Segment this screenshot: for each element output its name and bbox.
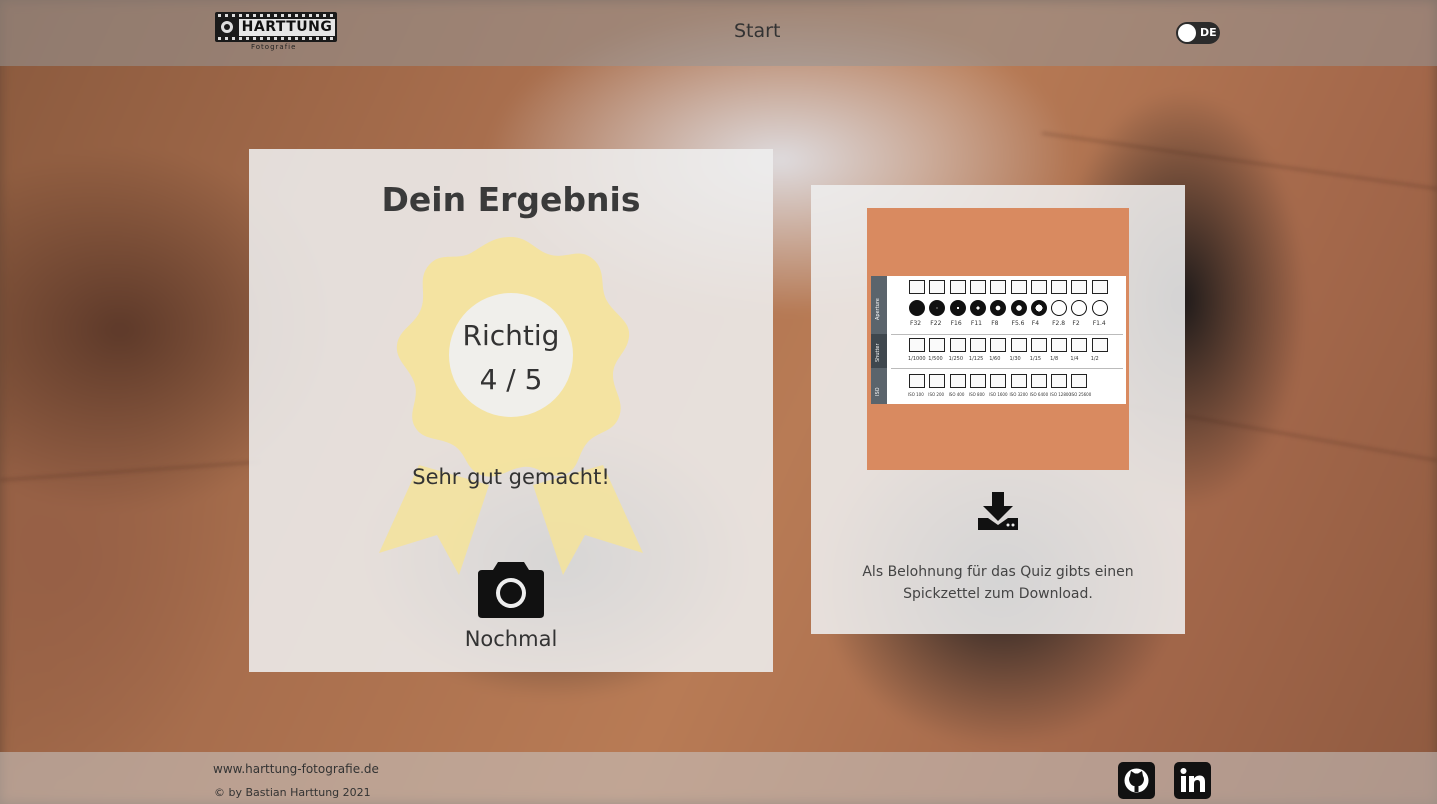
shutter-value: 1/15: [1029, 356, 1042, 362]
language-toggle[interactable]: DE: [1176, 22, 1220, 44]
shutter-value: 1/60: [989, 356, 1001, 362]
brand-logo[interactable]: HARTTUNG Fotografie: [215, 12, 337, 52]
shutter-value: 1/250: [948, 356, 964, 362]
result-title: Dein Ergebnis: [381, 180, 641, 219]
footer: www.harttung-fotografie.de © by Bastian …: [0, 752, 1437, 804]
cheat-sheet-preview[interactable]: F32 F22 F16 F11 F8 F5.6 F4 F2.8 F2 F1.4 1/1000 1/50…: [867, 208, 1129, 470]
shutter-scene-icon: [1010, 338, 1027, 352]
top-navbar: HARTTUNG Fotografie Start DE: [0, 0, 1437, 66]
logo-subtext: Fotografie: [251, 43, 297, 51]
aperture-scene-icon: [969, 280, 986, 294]
aperture-circle: [949, 300, 966, 316]
aperture-circle: [990, 300, 1007, 316]
retry-button[interactable]: Nochmal: [249, 627, 773, 651]
iso-value: ISO 12800: [1050, 392, 1071, 397]
shutter-scene-icon: [1051, 338, 1068, 352]
exposure-chart-image: F32 F22 F16 F11 F8 F5.6 F4 F2.8 F2 F1.4 1/1000 1/50…: [871, 276, 1126, 404]
aperture-value: F2.8: [1052, 320, 1066, 327]
score-value: 4 / 5: [479, 363, 543, 396]
shutter-value: 1/1000: [908, 356, 926, 362]
aperture-scene-icon: [990, 280, 1007, 294]
nav-start-link[interactable]: Start: [734, 20, 780, 42]
praise-message: Sehr gut gemacht!: [412, 465, 610, 489]
aperture-circle: [1091, 300, 1108, 316]
aperture-value: F1.4: [1092, 320, 1106, 327]
website-link[interactable]: www.harttung-fotografie.de: [213, 762, 379, 776]
iso-scene-icon: [1030, 374, 1047, 388]
aperture-circle: [1051, 300, 1068, 316]
copyright-text: © by Bastian Harttung 2021: [214, 786, 371, 799]
iso-scene-icon: [1051, 374, 1068, 388]
aperture-value: F8: [991, 320, 999, 327]
shutter-value: 1/30: [1009, 356, 1021, 362]
iso-scene-icon: [909, 374, 925, 388]
shutter-value: 1/8: [1050, 356, 1059, 362]
aperture-scene-icon: [909, 280, 925, 294]
download-icon[interactable]: [978, 492, 1018, 530]
shutter-scene-icon: [990, 338, 1007, 352]
aperture-circle: [909, 300, 925, 316]
sheet-section-label: Aperture: [875, 298, 881, 320]
iso-scene-icon: [929, 374, 946, 388]
iso-value: ISO 200: [928, 392, 945, 397]
award-rosette-icon: [379, 237, 643, 575]
lens-icon: [219, 19, 235, 35]
sheet-section-label: Shutter: [875, 343, 881, 362]
shutter-scene-icon: [949, 338, 966, 352]
aperture-circle: [1071, 300, 1088, 316]
toggle-knob: [1178, 24, 1196, 42]
shutter-scene-icon: [909, 338, 925, 352]
shutter-scene-icon: [1071, 338, 1088, 352]
aperture-circle: [929, 300, 946, 316]
shutter-scene-icon: [1091, 338, 1108, 352]
iso-value: ISO 400: [948, 392, 965, 397]
camera-icon[interactable]: [476, 558, 546, 620]
linkedin-icon[interactable]: [1174, 762, 1211, 799]
shutter-value: 1/4: [1070, 356, 1079, 362]
download-description: Als Belohnung für das Quiz gibts einen S…: [862, 564, 1134, 602]
iso-scene-icon: [1010, 374, 1027, 388]
aperture-scene-icon: [1010, 280, 1027, 294]
shutter-value: 1/500: [928, 356, 943, 362]
iso-scene-icon: [1071, 374, 1088, 388]
sheet-section-label: ISO: [875, 387, 881, 396]
aperture-scene-icon: [949, 280, 966, 294]
shutter-value: 1/2: [1090, 356, 1099, 362]
language-label: DE: [1200, 26, 1217, 39]
aperture-value: F16: [950, 320, 962, 327]
shutter-scene-icon: [929, 338, 946, 352]
github-icon[interactable]: [1118, 762, 1155, 799]
shutter-scene-icon: [969, 338, 986, 352]
shutter-scene-icon: [1030, 338, 1047, 352]
iso-value: ISO 6400: [1029, 392, 1049, 397]
aperture-circle: [1030, 300, 1047, 316]
aperture-circle: [969, 300, 986, 316]
aperture-value: F2: [1072, 320, 1080, 327]
download-card: F32 F22 F16 F11 F8 F5.6 F4 F2.8 F2 F1.4 1/1000 1/50…: [811, 185, 1185, 634]
aperture-value: F4: [1031, 320, 1040, 327]
result-card: Dein Ergebnis Richtig 4 / 5 Sehr gut gem…: [249, 149, 773, 672]
iso-value: ISO 800: [968, 392, 985, 397]
iso-scene-icon: [949, 374, 966, 388]
aperture-value: F11: [970, 320, 982, 327]
aperture-value: F32: [910, 320, 922, 327]
iso-scene-icon: [990, 374, 1007, 388]
aperture-scene-icon: [1030, 280, 1047, 294]
aperture-value: F5.6: [1011, 320, 1025, 327]
iso-value: ISO 3200: [1009, 392, 1028, 397]
score-label: Richtig: [462, 319, 560, 352]
iso-value: ISO 100: [908, 392, 924, 397]
shutter-value: 1/125: [968, 356, 984, 362]
aperture-circle: [1010, 300, 1027, 316]
iso-value: ISO 25600: [1070, 392, 1092, 397]
iso-value: ISO 1600: [989, 392, 1008, 397]
aperture-value: F22: [930, 320, 942, 327]
logo-text: HARTTUNG: [239, 19, 335, 36]
aperture-scene-icon: [929, 280, 946, 294]
aperture-scene-icon: [1091, 280, 1108, 294]
aperture-scene-icon: [1071, 280, 1088, 294]
iso-scene-icon: [969, 374, 986, 388]
aperture-scene-icon: [1051, 280, 1068, 294]
